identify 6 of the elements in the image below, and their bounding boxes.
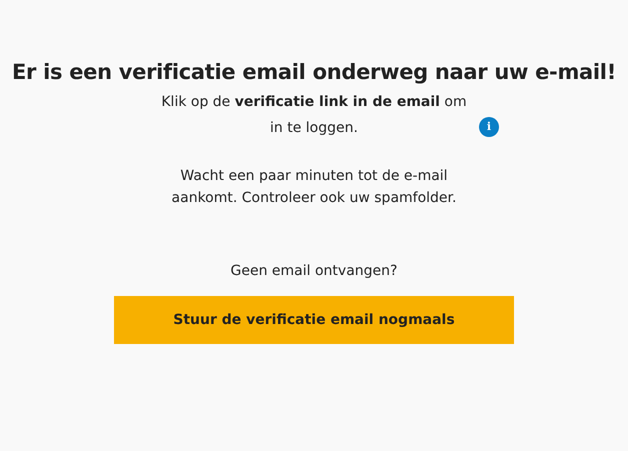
resend-button[interactable]: Stuur de verificatie email nogmaals [114,296,514,344]
info-icon[interactable]: i [479,117,499,138]
page-heading: Er is een verificatie email onderweg naar uw e-mail! [12,60,616,86]
wait-note: Wacht een paar minuten tot de e-mail aankomt. Controleer ook uw spamfolder. [170,167,458,208]
no-email-prompt: Geen email ontvangen? [230,262,398,282]
instruction-text: Klik op de verificatie link in de email om in te loggen. [160,93,468,138]
